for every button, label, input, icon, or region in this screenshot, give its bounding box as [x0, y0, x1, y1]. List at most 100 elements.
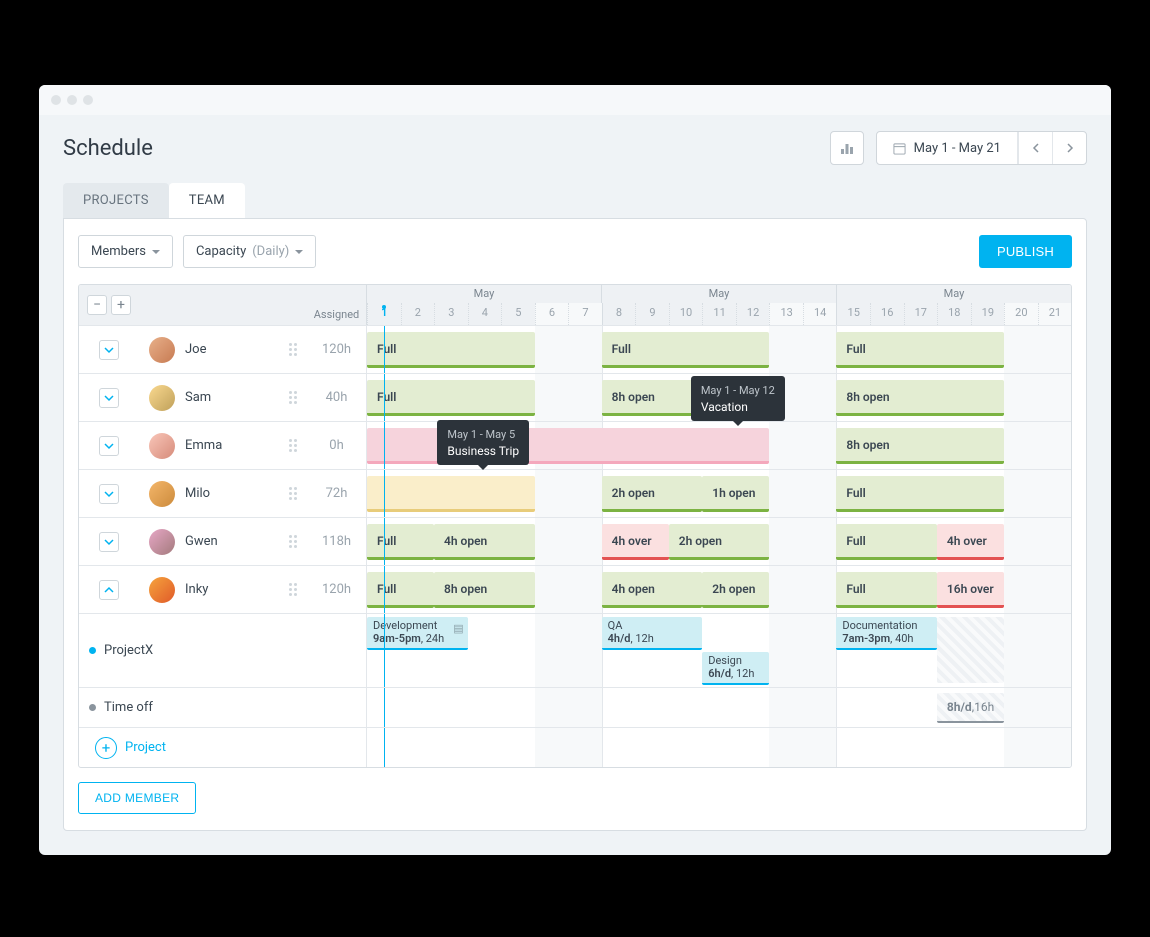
capacity-bar[interactable]: Full	[367, 332, 535, 368]
project-cell[interactable]: Time off	[79, 688, 307, 727]
add-project-row[interactable]: + Project	[79, 727, 1071, 767]
capacity-bar[interactable]: Full	[367, 572, 434, 608]
capacity-bar[interactable]: 8h open	[836, 380, 1004, 416]
stats-button[interactable]	[830, 131, 864, 165]
day-col[interactable]: 9	[635, 303, 669, 325]
day-col-weekend[interactable]: 20	[1004, 303, 1038, 325]
capacity-bar[interactable]: Full	[836, 524, 937, 560]
capacity-bar[interactable]: 2h open	[602, 476, 703, 512]
capacity-bar[interactable]: Full	[367, 524, 434, 560]
timeline-cell[interactable]: Full 4h open 4h over 2h open Full 4h ove…	[367, 518, 1071, 565]
timeoff-bar[interactable]: 8h/d, 16h	[937, 693, 1004, 723]
day-col-weekend[interactable]: 14	[803, 303, 837, 325]
expand-toggle[interactable]	[99, 484, 119, 504]
member-cell[interactable]: Milo	[139, 470, 307, 517]
expand-toggle[interactable]	[99, 388, 119, 408]
capacity-bar[interactable]: 2h open	[702, 572, 769, 608]
chevron-down-icon	[104, 345, 114, 355]
task-bar[interactable]: Documentation 7am-3pm, 40h	[836, 617, 937, 650]
expand-toggle[interactable]	[99, 532, 119, 552]
expand-all-button[interactable]: +	[111, 295, 131, 315]
timeline-cell[interactable]: Full 8h open 8h open May 1 - May 12 Vaca…	[367, 374, 1071, 421]
tooltip-label: Vacation	[701, 400, 748, 414]
traffic-light-minimize[interactable]	[67, 95, 77, 105]
traffic-light-zoom[interactable]	[83, 95, 93, 105]
expand-toggle[interactable]	[99, 436, 119, 456]
timeline-cell[interactable]: 2h open 1h open Full	[367, 470, 1071, 517]
member-cell[interactable]: Joe	[139, 326, 307, 373]
tab-team[interactable]: TEAM	[169, 183, 245, 218]
day-col[interactable]: 5	[501, 303, 535, 325]
drag-handle[interactable]	[289, 486, 299, 502]
day-col[interactable]: 15	[836, 303, 870, 325]
capacity-bar[interactable]: 4h open	[602, 572, 703, 608]
capacity-bar[interactable]: 8h open	[434, 572, 535, 608]
drag-handle[interactable]	[289, 438, 299, 454]
task-bar[interactable]: Development 9am-5pm, 24h ▤	[367, 617, 468, 650]
over-bar[interactable]: 4h over	[602, 524, 669, 560]
day-col[interactable]: 17	[904, 303, 938, 325]
capacity-bar[interactable]: 2h open	[669, 524, 770, 560]
day-col[interactable]: 2	[401, 303, 435, 325]
timeline-cell[interactable]: 8h open May 1 - May 5 Business Trip	[367, 422, 1071, 469]
avatar	[149, 529, 175, 555]
project-cell[interactable]: ProjectX	[79, 614, 307, 687]
capacity-bar[interactable]: Full	[836, 572, 937, 608]
day-col-weekend[interactable]: 6	[535, 303, 569, 325]
day-col[interactable]: 10	[669, 303, 703, 325]
member-cell[interactable]: Inky	[139, 566, 307, 613]
collapse-toggle[interactable]	[99, 580, 119, 600]
capacity-bar[interactable]: Full	[367, 380, 535, 416]
capacity-bar[interactable]: 4h open	[434, 524, 535, 560]
member-cell[interactable]: Sam	[139, 374, 307, 421]
date-prev-button[interactable]	[1018, 132, 1052, 164]
day-col[interactable]: 4	[468, 303, 502, 325]
day-col[interactable]: 18	[937, 303, 971, 325]
project-name: Time off	[104, 700, 153, 715]
day-col-weekend[interactable]: 13	[769, 303, 803, 325]
task-bar[interactable]: Design 6h/d, 12h	[702, 652, 769, 685]
day-col[interactable]: 11	[702, 303, 736, 325]
add-member-button[interactable]: ADD MEMBER	[78, 782, 196, 814]
date-range-picker[interactable]: May 1 - May 21	[876, 131, 1087, 165]
date-range-display[interactable]: May 1 - May 21	[877, 132, 1018, 164]
day-col[interactable]: 16	[870, 303, 904, 325]
drag-handle[interactable]	[289, 534, 299, 550]
day-col[interactable]: 19	[971, 303, 1005, 325]
capacity-bar[interactable]: 1h open	[702, 476, 769, 512]
drag-handle[interactable]	[289, 390, 299, 406]
timeline-cell[interactable]: Full 8h open 4h open 2h open Full 16h ov…	[367, 566, 1071, 613]
member-cell[interactable]: Gwen	[139, 518, 307, 565]
timeline-cell[interactable]: 8h/d, 16h	[367, 688, 1071, 727]
capacity-bar[interactable]: Full	[602, 332, 770, 368]
capacity-bar[interactable]: Full	[836, 476, 1004, 512]
header-controls: May 1 - May 21	[830, 131, 1087, 165]
member-cell[interactable]: Emma	[139, 422, 307, 469]
publish-button[interactable]: PUBLISH	[979, 235, 1072, 268]
day-col[interactable]: 3	[434, 303, 468, 325]
day-col[interactable]: 8	[602, 303, 636, 325]
add-project-cell[interactable]: + Project	[79, 728, 307, 767]
capacity-bar[interactable]: Full	[836, 332, 1004, 368]
over-bar[interactable]: 16h over	[937, 572, 1004, 608]
day-col-weekend[interactable]: 7	[568, 303, 602, 325]
capacity-filter[interactable]: Capacity (Daily)	[183, 235, 316, 268]
date-next-button[interactable]	[1052, 132, 1086, 164]
drag-handle[interactable]	[289, 582, 299, 598]
capacity-bar[interactable]: 8h open	[836, 428, 1004, 464]
drag-handle[interactable]	[289, 342, 299, 358]
unavailable-bar[interactable]	[367, 428, 769, 464]
traffic-light-close[interactable]	[51, 95, 61, 105]
expand-toggle[interactable]	[99, 340, 119, 360]
tab-projects[interactable]: PROJECTS	[63, 183, 169, 218]
over-bar[interactable]: 4h over	[937, 524, 1004, 560]
collapse-all-button[interactable]: −	[87, 295, 107, 315]
members-filter[interactable]: Members	[78, 235, 173, 268]
day-col[interactable]: 12	[736, 303, 770, 325]
day-col[interactable]: 1	[367, 303, 401, 325]
day-col-weekend[interactable]: 21	[1038, 303, 1072, 325]
timeline-cell[interactable]: Development 9am-5pm, 24h ▤ QA 4h/d, 12h …	[367, 614, 1071, 687]
unavailable-bar[interactable]	[367, 476, 535, 512]
task-bar[interactable]: QA 4h/d, 12h	[602, 617, 703, 650]
timeline-cell[interactable]: Full Full Full	[367, 326, 1071, 373]
